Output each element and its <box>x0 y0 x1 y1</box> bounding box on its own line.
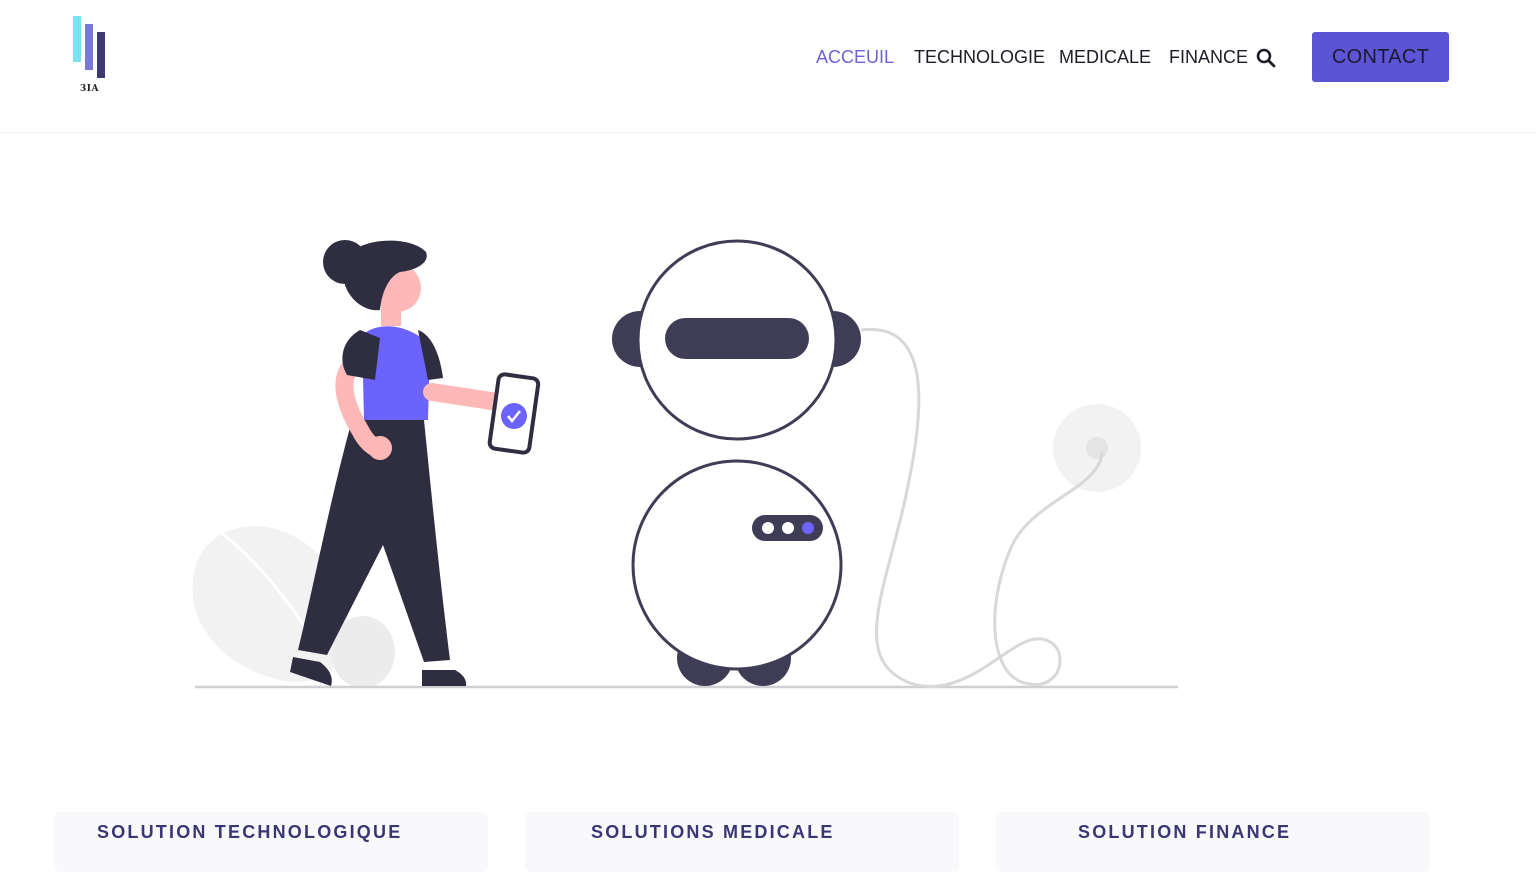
phone-illustration <box>487 372 541 455</box>
robot-illustration <box>612 239 861 686</box>
logo-text: 3IA <box>80 84 99 94</box>
checkmark-icon <box>501 403 527 429</box>
nav-item-medicale[interactable]: MEDICALE <box>1059 44 1151 70</box>
card-solutions-medicale[interactable]: SOLUTIONS MEDICALE <box>525 812 959 872</box>
logo-bar-violet <box>85 24 93 70</box>
site-header: 3IA ACCEUIL TECHNOLOGIE MEDICALE FINANCE… <box>0 0 1536 133</box>
card-title: SOLUTIONS MEDICALE <box>591 822 835 842</box>
card-title: SOLUTION FINANCE <box>1078 822 1292 842</box>
hero-section <box>0 133 1536 773</box>
woman-figure <box>290 240 507 686</box>
card-solution-finance[interactable]: SOLUTION FINANCE <box>996 812 1430 872</box>
hero-illustration <box>192 239 1178 689</box>
card-solution-technologique[interactable]: SOLUTION TECHNOLOGIQUE <box>54 812 488 872</box>
logo[interactable]: 3IA <box>70 14 110 96</box>
logo-bar-indigo <box>97 32 105 78</box>
nav-item-acceuil[interactable]: ACCEUIL <box>816 44 894 70</box>
search-icon[interactable] <box>1256 48 1276 68</box>
card-title: SOLUTION TECHNOLOGIQUE <box>97 822 403 842</box>
contact-button[interactable]: CONTACT <box>1312 32 1449 82</box>
nav-item-finance[interactable]: FINANCE <box>1169 44 1248 70</box>
cable-and-outlet <box>860 327 1141 688</box>
logo-bar-cyan <box>73 16 81 62</box>
nav-item-technologie[interactable]: TECHNOLOGIE <box>914 44 1045 70</box>
